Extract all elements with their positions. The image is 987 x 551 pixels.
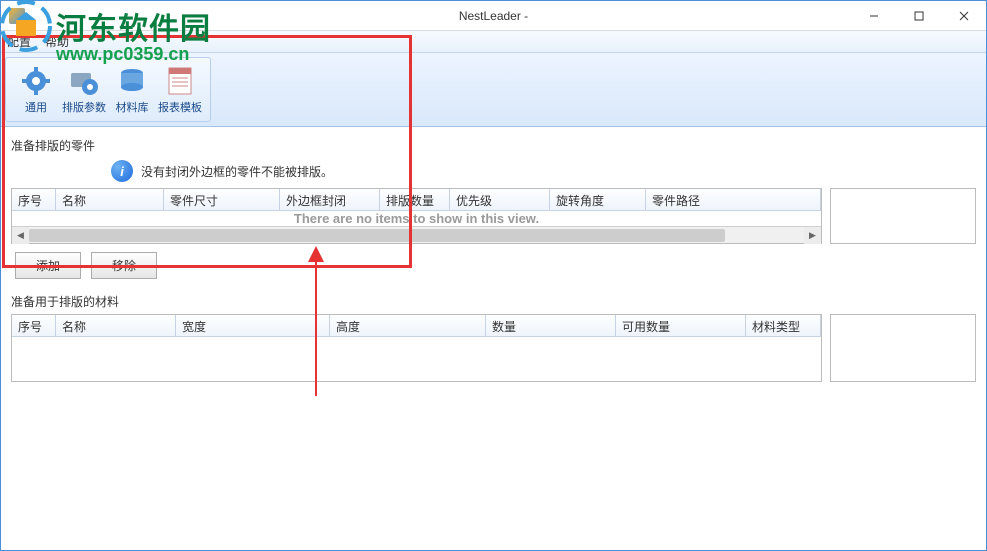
maximize-button[interactable] [896,1,941,30]
app-window: NestLeader - 配置 帮助 通用 [0,0,987,551]
col-name[interactable]: 名称 [56,189,164,210]
report-icon [164,65,196,97]
remove-button[interactable]: 移除 [91,252,157,279]
content-area: 准备排版的零件 i 没有封闭外边框的零件不能被排版。 序号 名称 零件尺寸 外边… [1,127,986,550]
app-icon [9,8,25,24]
ribbon-label: 报表模板 [158,99,202,115]
col-priority[interactable]: 优先级 [450,189,550,210]
nest-gear-icon [68,65,100,97]
parts-empty-text: There are no items to show in this view. [294,211,539,226]
col-qty[interactable]: 数量 [486,315,616,336]
col-qty[interactable]: 排版数量 [380,189,450,210]
nest-params-button[interactable]: 排版参数 [60,59,108,121]
col-size[interactable]: 零件尺寸 [164,189,280,210]
parts-button-row: 添加 移除 [15,252,976,279]
materials-grid-body [12,337,821,381]
menu-help[interactable]: 帮助 [45,33,69,50]
window-controls [851,1,986,30]
parts-info-text: 没有封闭外边框的零件不能被排版。 [141,163,333,180]
parts-preview-pane [830,188,976,244]
window-title: NestLeader - [459,9,528,23]
materials-grid[interactable]: 序号 名称 宽度 高度 数量 可用数量 材料类型 [11,314,822,382]
report-template-button[interactable]: 报表模板 [156,59,204,121]
menu-config[interactable]: 配置 [7,33,31,50]
col-path[interactable]: 零件路径 [646,189,821,210]
col-rotation[interactable]: 旋转角度 [550,189,646,210]
material-lib-button[interactable]: 材料库 [108,59,156,121]
col-height[interactable]: 高度 [330,315,486,336]
menubar: 配置 帮助 [1,31,986,53]
materials-grid-header: 序号 名称 宽度 高度 数量 可用数量 材料类型 [12,315,821,337]
general-button[interactable]: 通用 [12,59,60,121]
close-button[interactable] [941,1,986,30]
ribbon-label: 通用 [25,99,47,115]
info-icon: i [111,160,133,182]
parts-info-row: i 没有封闭外边框的零件不能被排版。 [111,160,976,182]
database-icon [116,65,148,97]
materials-section-label: 准备用于排版的材料 [11,293,976,310]
add-button[interactable]: 添加 [15,252,81,279]
col-avail[interactable]: 可用数量 [616,315,746,336]
ribbon-label: 排版参数 [62,99,106,115]
ribbon-label: 材料库 [116,99,149,115]
scroll-left-icon[interactable]: ◀ [12,227,29,244]
materials-preview-pane [830,314,976,382]
col-type[interactable]: 材料类型 [746,315,821,336]
ribbon-toolbar: 通用 排版参数 材料库 报表模板 [1,53,986,127]
gear-icon [20,65,52,97]
ribbon-group: 通用 排版参数 材料库 报表模板 [5,57,211,122]
parts-h-scrollbar[interactable]: ◀ ▶ [12,226,821,243]
scroll-thumb[interactable] [29,229,725,242]
materials-section: 准备用于排版的材料 序号 名称 宽度 高度 数量 可用数量 材料类型 [11,293,976,382]
parts-grid[interactable]: 序号 名称 零件尺寸 外边框封闭 排版数量 优先级 旋转角度 零件路径 Ther… [11,188,822,244]
parts-section-label: 准备排版的零件 [11,137,976,154]
col-width[interactable]: 宽度 [176,315,330,336]
titlebar: NestLeader - [1,1,986,31]
scroll-right-icon[interactable]: ▶ [804,227,821,244]
col-closed[interactable]: 外边框封闭 [280,189,380,210]
col-seq[interactable]: 序号 [12,189,56,210]
parts-grid-body: There are no items to show in this view. [12,211,821,226]
parts-grid-header: 序号 名称 零件尺寸 外边框封闭 排版数量 优先级 旋转角度 零件路径 [12,189,821,211]
col-seq[interactable]: 序号 [12,315,56,336]
minimize-button[interactable] [851,1,896,30]
parts-section: 准备排版的零件 i 没有封闭外边框的零件不能被排版。 序号 名称 零件尺寸 外边… [11,137,976,285]
col-name[interactable]: 名称 [56,315,176,336]
